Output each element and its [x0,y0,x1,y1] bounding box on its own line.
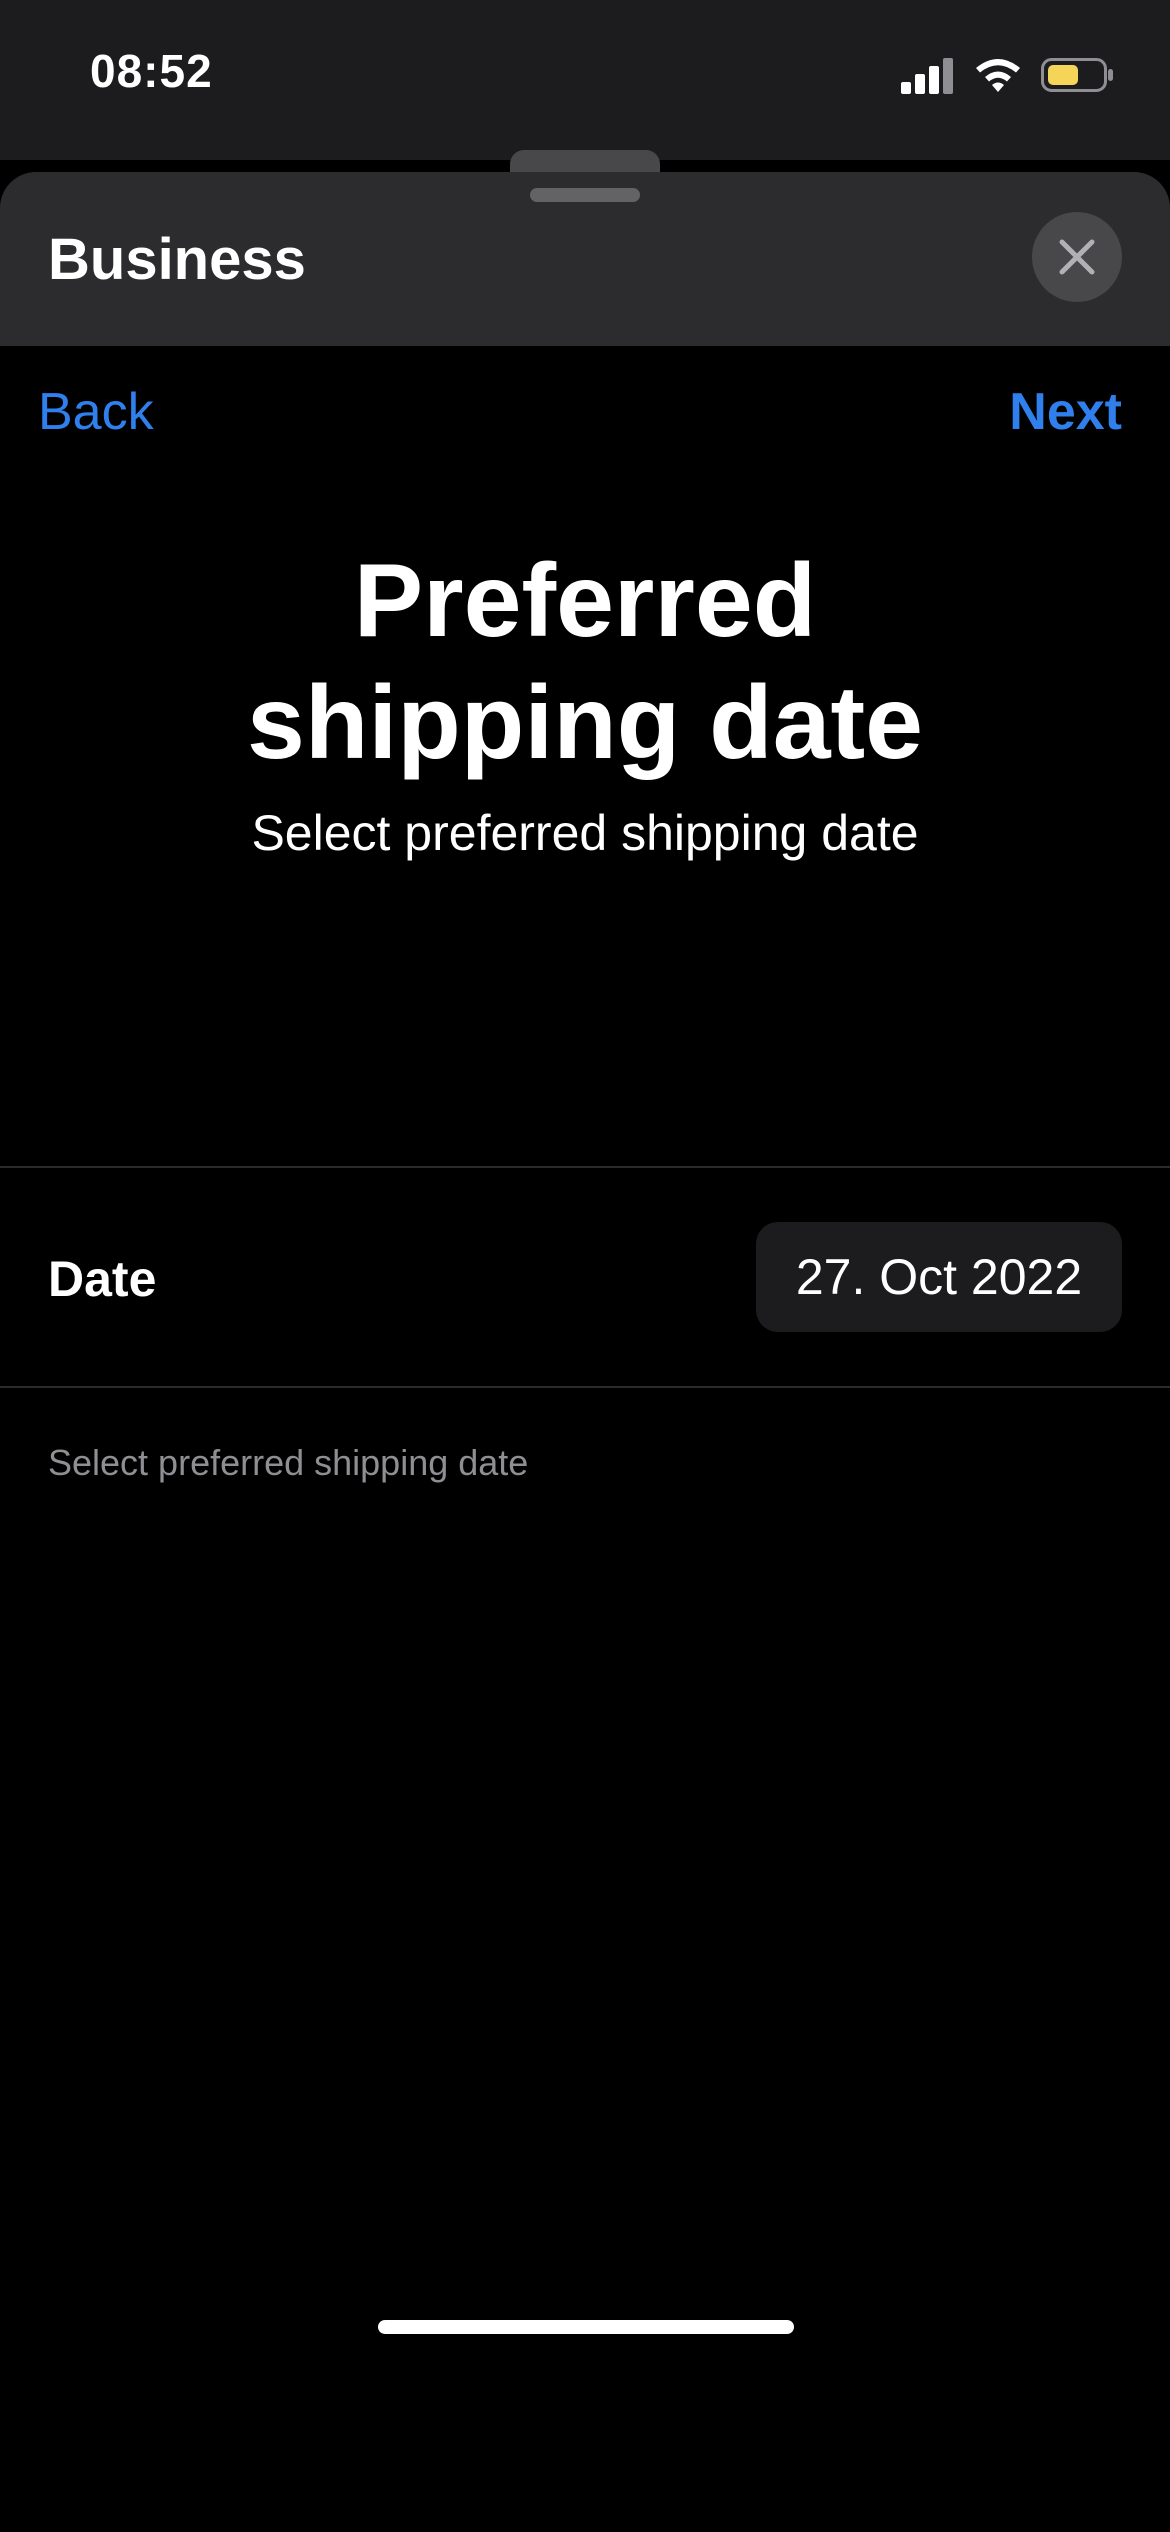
date-picker-button[interactable]: 27. Oct 2022 [756,1222,1122,1332]
next-button[interactable]: Next [1009,382,1122,442]
divider-top [0,1166,1170,1168]
wifi-icon [976,59,1020,92]
page-title-line-2: shipping date [247,665,923,781]
page-title: Preferred shipping date [0,540,1170,784]
close-icon [1059,239,1095,275]
status-bar: 08:52 [0,0,1170,160]
page-title-line-1: Preferred [353,543,817,659]
close-button[interactable] [1032,212,1122,302]
status-icons [901,50,1115,100]
sheet-grabber[interactable] [530,188,640,202]
date-label: Date [48,1251,157,1307]
page-subtitle: Select preferred shipping date [251,805,919,861]
back-button[interactable]: Back [38,382,154,442]
sheet-header: Business [0,172,1170,346]
date-footer-note: Select preferred shipping date [48,1442,529,1483]
battery-icon [1041,58,1113,92]
divider-bottom [0,1386,1170,1388]
modal-sheet: Business Back Next Preferred shipping da… [0,172,1170,2532]
cellular-signal-icon [901,58,953,94]
sheet-title: Business [48,227,306,292]
status-time: 08:52 [90,45,213,97]
home-indicator[interactable] [378,2320,794,2334]
